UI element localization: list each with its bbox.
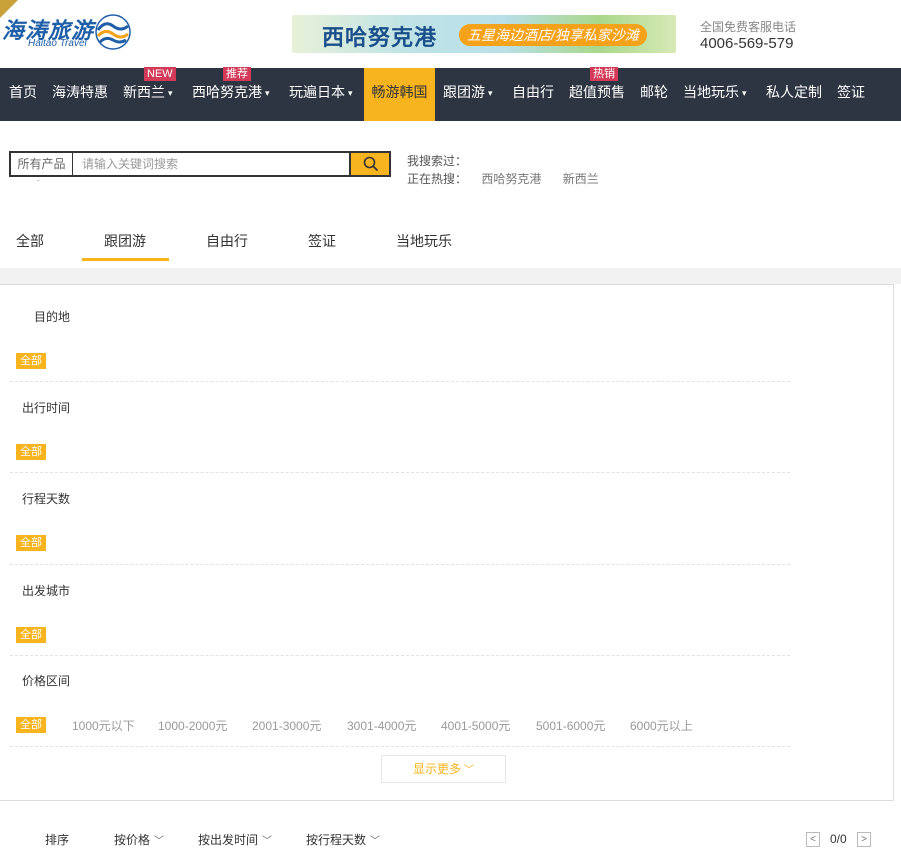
main-nav: 首页 海涛特惠 NEW 新西兰 ▾ 推荐 西哈努克港 ▾ 玩遍日本 ▾ 畅游韩国 跟团…: [0, 67, 901, 121]
nav-item-home[interactable]: 首页: [9, 68, 37, 121]
chevron-left-icon: <: [810, 834, 816, 845]
nav-item-group-tour[interactable]: 跟团游 ▾: [443, 68, 493, 121]
chevron-down-icon: ▾: [742, 88, 747, 98]
site-header: 海涛旅游 Haitao Travel 西哈努克港 五星海边酒店/独享私家沙滩 全…: [0, 0, 901, 68]
divider: [10, 381, 790, 382]
price-option[interactable]: 5001-6000元: [536, 717, 605, 734]
tab-free-travel[interactable]: 自由行: [206, 231, 248, 251]
chevron-down-icon: ﹀: [370, 836, 381, 847]
nav-item-free-travel[interactable]: 自由行: [512, 68, 554, 121]
price-option[interactable]: 2001-3000元: [252, 717, 321, 734]
wave-logo-icon: [95, 14, 131, 50]
divider: [10, 564, 790, 565]
search-icon: [363, 156, 379, 172]
price-option[interactable]: 1000元以下: [72, 717, 135, 734]
filter-panel: 目的地 全部 出行时间 全部 行程天数 全部 出发城市 全部 价格区间 全部 1…: [0, 284, 894, 801]
chevron-down-icon: ▾: [348, 88, 353, 98]
hot-badge: 热销: [590, 67, 618, 81]
price-option[interactable]: 4001-5000元: [441, 717, 510, 734]
sort-by-days[interactable]: 按行程天数 ﹀: [306, 831, 380, 848]
sort-label: 排序: [45, 833, 70, 847]
divider: [10, 746, 790, 747]
filter-all-tag[interactable]: 全部: [16, 353, 46, 369]
page-indicator: 0/0: [830, 832, 847, 846]
chevron-down-icon: ▾: [168, 88, 173, 98]
recent-search-label: 我搜索过：: [407, 154, 468, 168]
chevron-down-icon: ▾: [488, 88, 493, 98]
sort-by-price[interactable]: 按价格 ﹀: [114, 831, 164, 848]
chevron-down-icon: ▾: [265, 88, 270, 98]
nav-item-deals[interactable]: 海涛特惠: [52, 68, 108, 121]
nav-item-visa[interactable]: 签证: [837, 68, 865, 121]
recommend-badge: 推荐: [223, 67, 251, 81]
filter-all-tag[interactable]: 全部: [16, 444, 46, 460]
nav-item-presale[interactable]: 热销 超值预售: [569, 67, 625, 121]
hot-search-label: 正在热搜：: [407, 172, 468, 186]
nav-item-custom[interactable]: 私人定制: [766, 68, 822, 121]
show-more-label: 显示更多: [412, 762, 461, 776]
search-category-select[interactable]: 所有产品: [11, 153, 73, 175]
logo[interactable]: 海涛旅游 Haitao Travel: [0, 0, 140, 60]
nav-item-japan[interactable]: 玩遍日本 ▾: [289, 68, 353, 121]
chevron-down-icon: ˇ: [37, 179, 40, 188]
tab-local-fun[interactable]: 当地玩乐: [396, 231, 452, 251]
hot-search-row: 正在热搜： 西哈努克港 新西兰: [407, 170, 599, 188]
nav-item-korea[interactable]: 畅游韩国: [364, 68, 435, 121]
filter-title-trip-days: 行程天数: [22, 492, 71, 506]
tab-visa[interactable]: 签证: [308, 231, 336, 251]
sort-option-label: 按行程天数: [306, 833, 367, 847]
filter-title-destination: 目的地: [34, 310, 71, 324]
sort-option-label: 按价格: [114, 833, 151, 847]
sort-bar: 排序 按价格 ﹀ 按出发时间 ﹀ 按行程天数 ﹀ < 0/0 >: [0, 826, 901, 851]
tab-group-tour[interactable]: 跟团游: [104, 231, 146, 251]
chevron-down-icon: ﹀: [464, 765, 474, 776]
sort-option-label: 按出发时间: [198, 833, 259, 847]
nav-item-sihanoukville[interactable]: 推荐 西哈努克港 ▾: [192, 67, 270, 121]
filter-all-tag[interactable]: 全部: [16, 717, 46, 733]
next-page-button[interactable]: >: [857, 832, 871, 847]
product-tabs: 全部 跟团游 自由行 签证 当地玩乐: [0, 223, 901, 263]
filter-title-price-range: 价格区间: [22, 674, 71, 688]
promo-banner[interactable]: 西哈努克港 五星海边酒店/独享私家沙滩: [292, 15, 676, 53]
search-box: 所有产品: [9, 151, 391, 177]
chevron-right-icon: >: [861, 834, 867, 845]
logo-english-text: Haitao Travel: [28, 38, 87, 49]
nav-item-local-fun[interactable]: 当地玩乐 ▾: [683, 68, 747, 121]
divider: [10, 472, 790, 473]
banner-slogan: 五星海边酒店/独享私家沙滩: [459, 24, 647, 46]
prev-page-button[interactable]: <: [806, 832, 820, 847]
hot-keyword[interactable]: 西哈努克港: [481, 172, 541, 186]
price-option[interactable]: 6000元以上: [630, 717, 693, 734]
sort-by-departure[interactable]: 按出发时间 ﹀: [198, 831, 272, 848]
banner-title: 西哈努克港: [322, 25, 438, 51]
search-button[interactable]: [349, 153, 389, 175]
filter-all-tag[interactable]: 全部: [16, 535, 46, 551]
chevron-down-icon: ﹀: [262, 836, 273, 847]
search-input[interactable]: [74, 153, 350, 175]
filter-title-departure-city: 出发城市: [22, 584, 71, 598]
filter-title-travel-time: 出行时间: [22, 401, 71, 415]
hotline: 全国免费客服电话 4006-569-579: [700, 19, 796, 53]
section-separator: [0, 268, 901, 284]
divider: [10, 655, 790, 656]
hotline-number: 4006-569-579: [700, 35, 794, 52]
new-badge: NEW: [144, 67, 176, 81]
show-more-button[interactable]: 显示更多 ﹀: [381, 755, 506, 783]
hot-keyword[interactable]: 新西兰: [563, 172, 599, 186]
tab-all[interactable]: 全部: [16, 231, 44, 251]
price-option[interactable]: 1000-2000元: [158, 717, 227, 734]
hotline-label: 全国免费客服电话: [700, 20, 797, 34]
search-history: 我搜索过： 正在热搜： 西哈努克港 新西兰: [407, 152, 599, 188]
nav-item-cruise[interactable]: 邮轮: [640, 68, 668, 121]
filter-all-tag[interactable]: 全部: [16, 627, 46, 643]
price-option[interactable]: 3001-4000元: [347, 717, 416, 734]
chevron-down-icon: ﹀: [154, 836, 165, 847]
nav-item-new-zealand[interactable]: NEW 新西兰 ▾: [123, 67, 176, 121]
active-tab-indicator: [82, 258, 169, 261]
